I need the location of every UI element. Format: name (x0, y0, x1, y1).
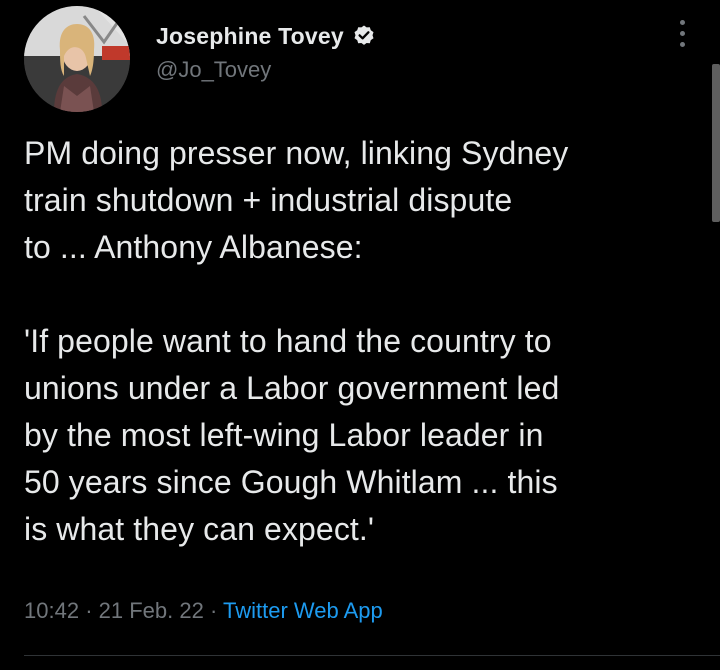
user-info: Josephine Tovey @Jo_Tovey (156, 21, 376, 83)
tweet-source-link[interactable]: Twitter Web App (223, 598, 383, 623)
name-row: Josephine Tovey (156, 21, 376, 51)
more-options-icon[interactable] (676, 20, 688, 54)
tweet-meta: 10:42 · 21 Feb. 22 · Twitter Web App (24, 598, 383, 624)
tweet-header: Josephine Tovey @Jo_Tovey (24, 6, 696, 112)
scrollbar[interactable] (712, 64, 720, 222)
meta-separator: · (85, 598, 93, 623)
tweet-time[interactable]: 10:42 (24, 598, 79, 623)
handle[interactable]: @Jo_Tovey (156, 57, 376, 83)
tweet-date[interactable]: 21 Feb. 22 (99, 598, 204, 623)
divider (24, 655, 720, 656)
avatar[interactable] (24, 6, 130, 112)
meta-separator: · (209, 598, 218, 623)
verified-badge-icon (352, 24, 376, 48)
tweet-text: PM doing presser now, linking Sydney tra… (24, 135, 569, 547)
avatar-image (24, 6, 130, 112)
display-name[interactable]: Josephine Tovey (156, 23, 344, 50)
